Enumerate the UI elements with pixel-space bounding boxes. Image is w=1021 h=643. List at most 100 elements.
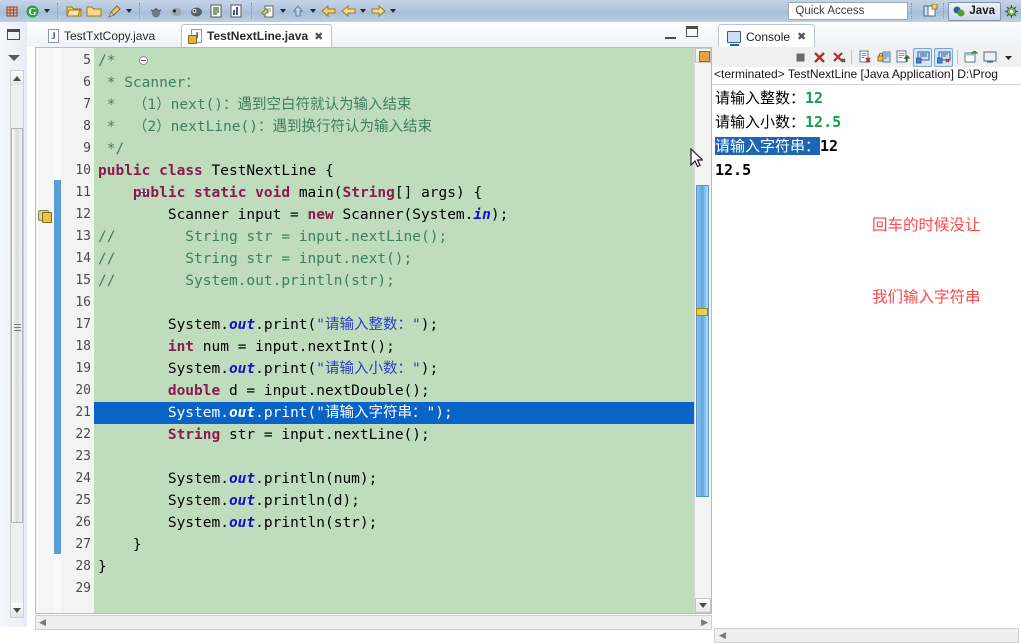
brush-dropdown-arrow-icon[interactable] <box>124 2 134 20</box>
open-folder2-icon[interactable] <box>84 2 104 20</box>
code-line[interactable]: // String str = input.nextLine(); <box>94 226 694 248</box>
close-icon[interactable]: ✖ <box>797 30 806 43</box>
new-wizard-icon[interactable] <box>2 2 22 20</box>
code-line[interactable]: System.out.print("请输入整数："); <box>94 314 694 336</box>
google-icon[interactable]: G <box>22 2 42 20</box>
code-line[interactable]: double d = input.nextDouble(); <box>94 380 694 402</box>
console-line[interactable]: 请输入整数：12 <box>712 86 1021 110</box>
left-vertical-scrollbar[interactable] <box>10 70 24 618</box>
overview-error-marker[interactable] <box>699 51 710 62</box>
perspective-tab-java[interactable]: Java <box>948 1 1001 21</box>
console-line[interactable]: 请输入字符串：12 <box>712 134 1021 158</box>
edit-dropdown-arrow-icon[interactable] <box>278 2 288 20</box>
code-line[interactable]: * （1）next()：遇到空白符就认为输入结束 <box>94 94 694 116</box>
settings-gear-icon[interactable] <box>1001 2 1021 20</box>
code-line[interactable]: Scanner input = new Scanner(System.in); <box>94 204 694 226</box>
view-menu-arrow-icon[interactable] <box>1000 49 1017 66</box>
code-line[interactable] <box>94 578 694 600</box>
console-tab-label: Console <box>746 29 791 44</box>
scroll-right-arrow-icon[interactable]: ▶ <box>701 617 708 628</box>
remove-launch-icon[interactable] <box>811 49 828 66</box>
chart-icon[interactable] <box>226 2 246 20</box>
forward-yellow-icon[interactable] <box>338 2 358 20</box>
code-line[interactable]: } <box>94 556 694 578</box>
code-line[interactable]: */ <box>94 138 694 160</box>
scroll-down-arrow-icon[interactable] <box>695 598 711 613</box>
code-line[interactable]: public class TestNextLine { <box>94 160 694 182</box>
maximize-editor-icon[interactable] <box>686 26 698 37</box>
scroll-left-arrow-icon[interactable]: ◀ <box>719 630 726 641</box>
console-line[interactable]: 请输入小数：12.5 <box>712 110 1021 134</box>
console-toolbar <box>712 47 1021 67</box>
scrollbar-thumb[interactable] <box>696 185 709 497</box>
back-icon[interactable] <box>318 2 338 20</box>
clear-console-icon[interactable] <box>856 49 873 66</box>
code-line[interactable]: System.out.println(str); <box>94 512 694 534</box>
outline-icon[interactable] <box>206 2 226 20</box>
scroll-lock-icon[interactable] <box>875 49 892 66</box>
scroll-left-arrow-icon[interactable]: ◀ <box>39 617 46 628</box>
code-line[interactable]: } <box>94 534 694 556</box>
scrollbar-thumb[interactable] <box>11 128 23 523</box>
code-canvas[interactable]: /* * Scanner： * （1）next()：遇到空白符就认为输入结束 *… <box>94 48 694 613</box>
scroll-up-arrow-icon[interactable] <box>11 71 23 85</box>
remove-all-terminated-icon[interactable] <box>830 49 847 66</box>
editor-tab-testnextline[interactable]: J TestNextLine.java ✖ <box>181 24 333 47</box>
open-perspective-icon[interactable] <box>920 2 940 20</box>
code-line[interactable]: int num = input.nextInt(); <box>94 336 694 358</box>
open-console-icon[interactable] <box>934 47 953 67</box>
code-line[interactable]: public static void main(String[] args) { <box>94 182 694 204</box>
editor-horizontal-scrollbar[interactable]: ◀ ▶ <box>35 615 712 630</box>
open-folder-icon[interactable] <box>64 2 84 20</box>
scroll-down-arrow-icon[interactable] <box>11 603 23 617</box>
code-line[interactable] <box>94 292 694 314</box>
console-horizontal-scrollbar[interactable]: ◀ <box>714 628 1019 643</box>
perspective-bar: Java <box>920 1 1021 21</box>
code-line[interactable]: * Scanner： <box>94 72 694 94</box>
back-dropdown-arrow-icon[interactable] <box>358 2 368 20</box>
next-dropdown-arrow-icon[interactable] <box>388 2 398 20</box>
line-number: 8 <box>83 119 91 134</box>
new-console-view-icon[interactable] <box>962 49 979 66</box>
code-line[interactable]: System.out.print("请输入小数："); <box>94 358 694 380</box>
coverage-icon[interactable] <box>186 2 206 20</box>
overview-warning-marker[interactable] <box>696 308 708 316</box>
code-line[interactable]: String str = input.nextLine(); <box>94 424 694 446</box>
pin-console-icon[interactable] <box>894 49 911 66</box>
quick-access-input[interactable]: Quick Access <box>788 2 909 20</box>
restore-view-button[interactable] <box>0 22 27 46</box>
code-line[interactable] <box>94 446 694 468</box>
next-icon[interactable] <box>368 2 388 20</box>
warning-marker-icon[interactable] <box>38 208 52 223</box>
close-icon[interactable]: ✖ <box>314 30 323 43</box>
line-number: 16 <box>75 295 91 310</box>
debug-icon[interactable] <box>146 2 166 20</box>
edit-icon[interactable] <box>258 2 278 20</box>
code-editor[interactable]: 5 6 7 8 9 10 11 12 13 14 15 16 17 18 19 20 21 22 23 24 25 26 2… <box>27 47 712 630</box>
brush-icon[interactable] <box>104 2 124 20</box>
up-arrow-icon[interactable] <box>288 2 308 20</box>
red-annotation: 回车的时候没让 我们输入字符串 <box>872 166 981 358</box>
minimize-editor-icon[interactable] <box>665 28 676 39</box>
code-line[interactable]: /* <box>94 50 694 72</box>
code-line[interactable]: System.out.println(num); <box>94 468 694 490</box>
code-line[interactable]: // String str = input.next(); <box>94 248 694 270</box>
code-line[interactable]: System.out.println(d); <box>94 490 694 512</box>
console-menu-icon[interactable] <box>981 49 998 66</box>
view-menu-button[interactable] <box>0 46 27 70</box>
display-selected-console-icon[interactable] <box>913 47 932 67</box>
line-number: 27 <box>75 537 91 552</box>
editor-vertical-scrollbar[interactable] <box>694 48 711 613</box>
up-dropdown-arrow-icon[interactable] <box>308 2 318 20</box>
code-line[interactable]: * （2）nextLine()：遇到换行符认为输入结束 <box>94 116 694 138</box>
console-tab[interactable]: Console ✖ <box>718 24 816 48</box>
annotation-gutter[interactable] <box>36 48 55 613</box>
code-line-selected[interactable]: System.out.print("请输入字符串："); <box>94 402 694 424</box>
terminate-icon[interactable] <box>792 49 809 66</box>
google-dropdown-arrow-icon[interactable] <box>42 2 52 20</box>
toolbar-separator <box>57 3 59 19</box>
run-icon[interactable] <box>166 2 186 20</box>
editor-tab-testtxtcopy[interactable]: J TestTxtCopy.java <box>39 24 163 47</box>
code-line[interactable]: // System.out.println(str); <box>94 270 694 292</box>
toolbar-group-new: G <box>0 1 54 21</box>
